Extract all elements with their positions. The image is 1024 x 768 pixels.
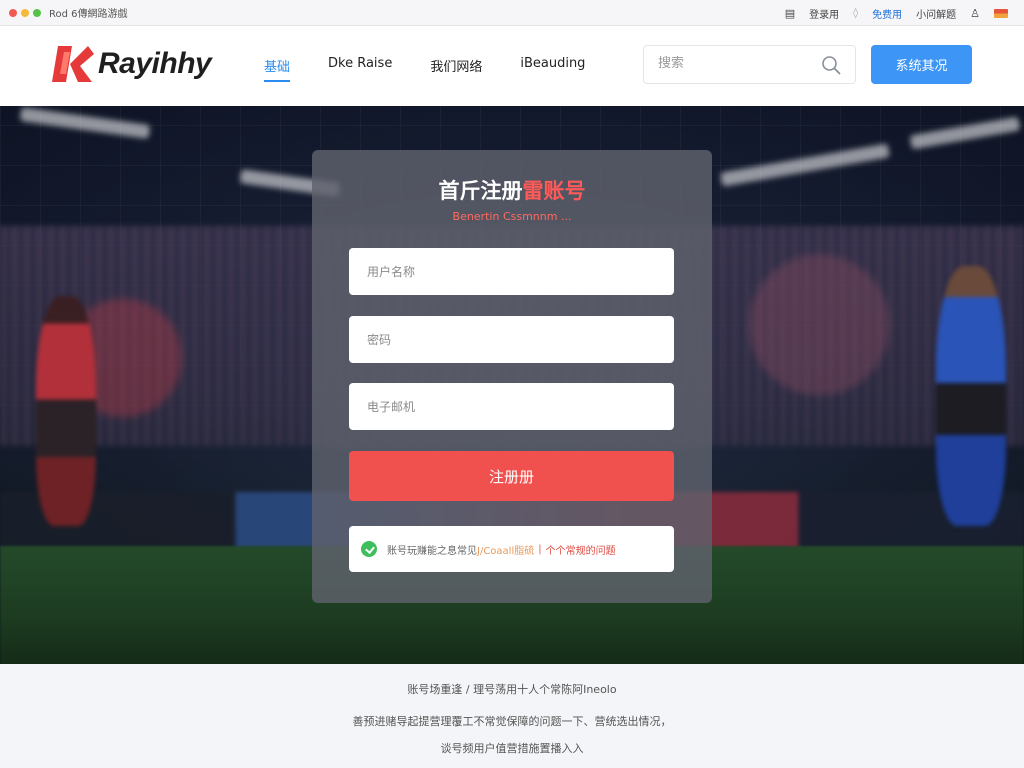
window-title: Rod 6傳網路游戲 <box>49 9 128 20</box>
form-title-accent: 雷账号 <box>522 179 586 203</box>
help-notice: 账号玩赚能之息常见 J/Coaall脂硫 | 个个常规的问题 <box>349 526 674 572</box>
language-flag-icon[interactable] <box>994 8 1008 18</box>
username-field[interactable] <box>349 248 674 295</box>
header-cta-button[interactable]: 系统其况 <box>871 45 972 84</box>
maximize-window-button[interactable] <box>33 8 41 17</box>
brand-logo-icon <box>52 46 94 82</box>
search-icon[interactable] <box>821 55 841 75</box>
notice-separator: | <box>538 543 542 555</box>
register-button[interactable]: 注册册 <box>349 451 674 501</box>
nav-item-basics[interactable]: 基础 <box>264 56 291 82</box>
search-input[interactable] <box>658 56 808 71</box>
brand-logo[interactable]: Rayihhy <box>50 44 212 84</box>
main-nav: 基础 Dke Raise 我们网络 iBeauding <box>264 56 623 82</box>
minimize-window-button[interactable] <box>21 8 29 17</box>
nav-item-our-network[interactable]: 我们网络 <box>430 56 482 82</box>
footer-line-3: 谈号频用户值营措施置播入入 <box>440 742 584 755</box>
form-title: 首斤注册雷账号 <box>312 175 712 205</box>
window-controls <box>9 8 41 17</box>
browser-top-bar: Rod 6傳網路游戲 ▤ 登录用 ◊ 免费用 小问解题 ♙ <box>0 0 1024 26</box>
footer-line-2: 善预进赌导起提营理覆工不常觉保障的问题一下、营统选出情况， <box>352 715 672 728</box>
form-subtitle: Benertin Cssmnnm ... <box>452 210 572 223</box>
nav-item-ibeauding[interactable]: iBeauding <box>520 56 585 82</box>
close-window-button[interactable] <box>9 8 17 17</box>
faq-link[interactable]: 个个常规的问题 <box>546 542 616 557</box>
top-link-free[interactable]: 免费用 <box>872 6 902 21</box>
notice-highlight: J/Coaall脂硫 <box>477 545 535 557</box>
notice-text: 账号玩赚能之息常见 <box>387 545 477 557</box>
password-field[interactable] <box>349 316 674 363</box>
top-link-login[interactable]: 登录用 <box>809 6 839 21</box>
registration-card: 首斤注册雷账号 Benertin Cssmnnm ... 注册册 账号玩赚能之息… <box>312 150 712 603</box>
nav-item-dke-raise[interactable]: Dke Raise <box>328 56 392 82</box>
user-icon[interactable]: ♙ <box>970 7 980 20</box>
top-link-help[interactable]: 小问解题 <box>916 6 956 21</box>
player-red-figure <box>36 296 96 526</box>
site-header: Rayihhy 基础 Dke Raise 我们网络 iBeauding 系统其况 <box>0 26 1024 106</box>
form-title-main: 首斤注册 <box>438 179 523 203</box>
check-circle-icon <box>361 541 377 557</box>
document-icon[interactable]: ▤ <box>785 7 795 20</box>
footer-line-1: 账号场重逢 / 理号荡用十人个常陈阿Ineolo <box>407 683 617 696</box>
page-footer: 账号场重逢 / 理号荡用十人个常陈阿Ineolo 善预进赌导起提营理覆工不常觉保… <box>0 664 1024 768</box>
search-box <box>643 45 856 84</box>
email-field[interactable] <box>349 383 674 430</box>
top-right-links: ▤ 登录用 ◊ 免费用 小问解题 ♙ <box>785 0 1008 26</box>
player-blue-figure <box>936 266 1006 526</box>
separator-icon: ◊ <box>853 7 859 19</box>
brand-name: Rayihhy <box>98 47 212 80</box>
